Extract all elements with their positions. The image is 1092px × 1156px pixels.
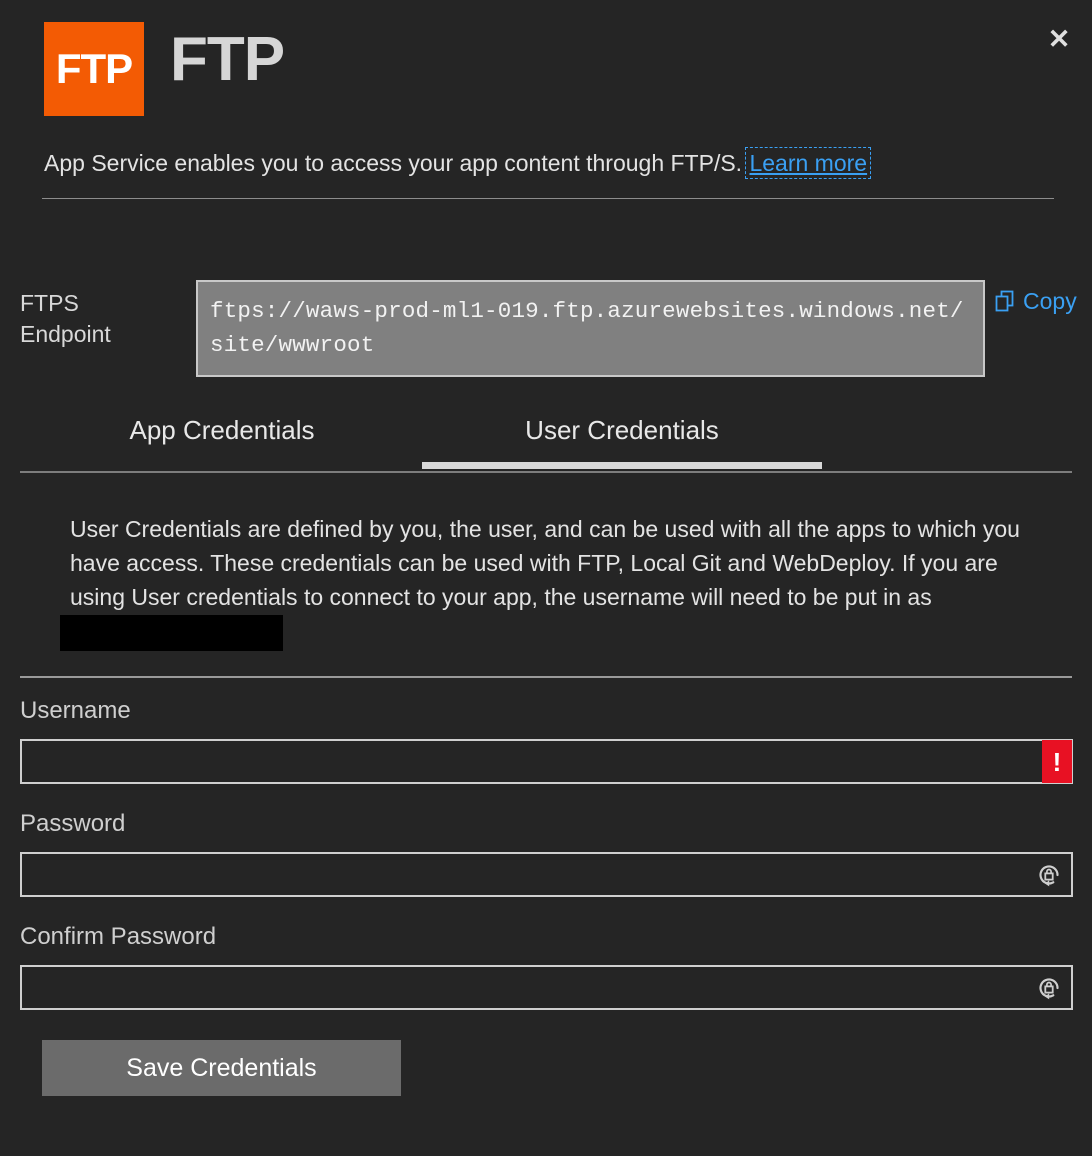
copy-endpoint-button[interactable]: Copy: [995, 288, 1077, 315]
username-label: Username: [20, 697, 131, 724]
redaction-bar: [60, 615, 283, 651]
copy-icon: [995, 290, 1017, 314]
page-title: FTP: [170, 25, 285, 94]
username-field[interactable]: !: [20, 739, 1073, 784]
dialog-header: FTP FTP ✕: [0, 0, 1092, 130]
password-field[interactable]: [20, 852, 1073, 897]
header-divider: [42, 198, 1054, 199]
password-label: Password: [20, 810, 126, 837]
tab-app-credentials-label: App Credentials: [129, 415, 315, 445]
username-input[interactable]: [22, 741, 1071, 782]
ftps-endpoint-label-line2: Endpoint: [20, 321, 111, 348]
confirm-password-field[interactable]: [20, 965, 1073, 1010]
tab-app-credentials[interactable]: App Credentials: [22, 415, 422, 477]
confirm-password-label: Confirm Password: [20, 923, 217, 950]
ftps-endpoint-label-line1: FTPS: [20, 290, 79, 316]
description-text: App Service enables you to access your a…: [44, 150, 743, 176]
form-divider: [20, 676, 1072, 678]
ftps-endpoint-value: ftps://waws-prod-ml1-019.ftp.azurewebsit…: [210, 298, 964, 358]
lock-reveal-icon[interactable]: [1035, 861, 1063, 889]
tab-active-indicator: [422, 462, 822, 469]
tabs-divider: [20, 471, 1072, 473]
lock-reveal-icon[interactable]: [1035, 974, 1063, 1002]
ftp-logo-text: FTP: [55, 45, 133, 92]
ftps-endpoint-value-box[interactable]: ftps://waws-prod-ml1-019.ftp.azurewebsit…: [196, 280, 985, 377]
ftp-logo: FTP: [44, 22, 144, 116]
save-credentials-button[interactable]: Save Credentials: [42, 1040, 401, 1096]
ftps-endpoint-label: FTPS Endpoint: [20, 288, 185, 350]
tab-user-credentials-label: User Credentials: [525, 415, 719, 445]
copy-button-label: Copy: [1023, 288, 1077, 314]
description-row: App Service enables you to access your a…: [44, 147, 1056, 179]
confirm-password-input[interactable]: [22, 967, 1071, 1008]
username-error-icon[interactable]: !: [1042, 740, 1072, 783]
close-icon[interactable]: ✕: [1038, 18, 1080, 60]
learn-more-link[interactable]: Learn more: [745, 147, 872, 179]
password-input[interactable]: [22, 854, 1071, 895]
user-credentials-description: User Credentials are defined by you, the…: [70, 516, 1020, 610]
